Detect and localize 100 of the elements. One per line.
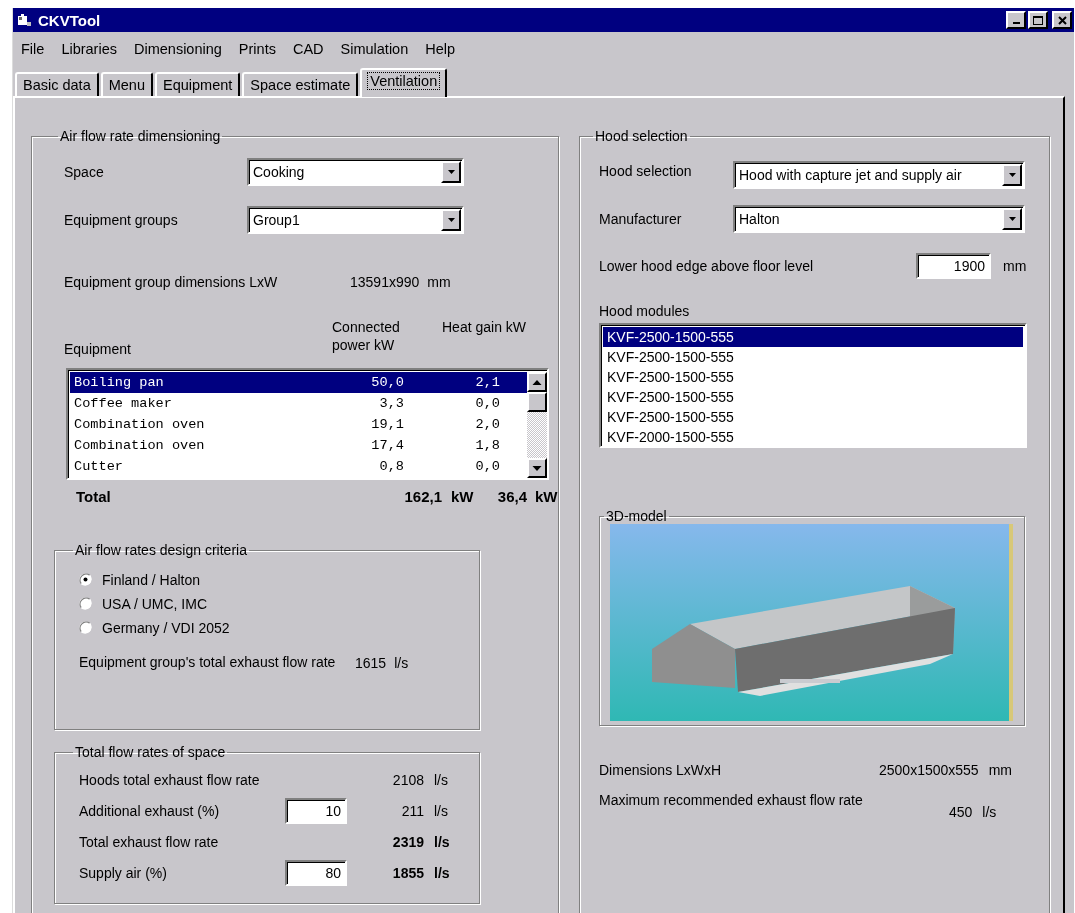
value-text: 13591x990 [350, 274, 420, 290]
column-header: Heat gain kW [442, 318, 527, 336]
scroll-thumb[interactable] [527, 392, 547, 412]
table-cell-text: Cutter [73, 459, 124, 474]
group-title: Total flow rates of space [74, 744, 227, 760]
unit-text: mm [427, 274, 451, 290]
menu-item[interactable]: Dimensioning [126, 40, 231, 57]
caret-icon [446, 217, 456, 223]
unit-text: l/s [394, 654, 409, 671]
value-text: 211 [400, 802, 424, 819]
menu-item[interactable]: File [13, 40, 54, 57]
unit-text: l/s [434, 864, 450, 881]
close-icon [1057, 15, 1067, 25]
list-item[interactable]: KVF-2000-1500-555 [603, 427, 1023, 447]
menu-item[interactable]: Help [417, 40, 465, 57]
dropdown[interactable]: Hood with capture jet and supply air [733, 161, 1025, 189]
tab[interactable]: Ventilation [360, 68, 448, 97]
group-title: Hood selection [594, 128, 689, 144]
value-text: 2319 [391, 833, 424, 850]
table-cell-text: 0,8 [378, 459, 404, 474]
scrollbar[interactable] [527, 372, 547, 478]
list-item[interactable]: KVF-2500-1500-555 [603, 327, 1023, 347]
total-value: 162,1 [403, 488, 442, 505]
table-cell-text: Coffee maker [73, 396, 173, 411]
unit-text: kW [451, 488, 475, 505]
tab[interactable]: Space estimate [242, 72, 359, 96]
maximize-button[interactable] [1028, 11, 1048, 29]
value-text: 450 [949, 804, 973, 820]
maximize-icon [1033, 15, 1043, 25]
table-row[interactable]: Combination oven 19,1 2,0 [70, 414, 527, 435]
minimize-button[interactable] [1006, 11, 1026, 29]
table-cell-text: 17,4 [370, 438, 404, 453]
dropdown[interactable]: Halton [733, 205, 1025, 233]
table-cell-text: 19,1 [370, 417, 404, 432]
menu-item[interactable]: Simulation [332, 40, 418, 57]
table-cell-text: 2,1 [474, 375, 500, 390]
field-label: Equipment group's total exhaust flow rate [79, 653, 337, 672]
number-field[interactable]: 80 [285, 859, 347, 886]
table-cell-text: Combination oven [73, 438, 206, 453]
field-label: Hood modules [599, 303, 690, 319]
group-title: Air flow rate dimensioning [59, 128, 222, 144]
dropdown-button[interactable] [1002, 208, 1022, 230]
table-row[interactable]: Combination oven 17,4 1,8 [70, 435, 527, 456]
table-cell-text: Combination oven [73, 417, 206, 432]
table-row[interactable]: Coffee maker 3,3 0,0 [70, 393, 527, 414]
field-label: Manufacturer [599, 211, 683, 227]
field-label: Lower hood edge above floor level [599, 258, 815, 274]
unit-text: l/s [434, 802, 448, 819]
radio-button[interactable] [79, 621, 92, 634]
unit-text: l/s [434, 833, 450, 850]
radio-button[interactable] [79, 597, 92, 610]
value-text: 2500x1500x555 [879, 762, 979, 778]
table-cell-text: 1,8 [474, 438, 500, 453]
column-header: Connected power kW [332, 318, 401, 354]
table-cell-text: 3,3 [378, 396, 404, 411]
caret-icon [1007, 172, 1017, 178]
close-button[interactable] [1052, 11, 1072, 29]
field-label: Equipment groups [64, 212, 179, 228]
dropdown-button[interactable] [1002, 164, 1022, 186]
menu-item[interactable]: Libraries [53, 40, 126, 57]
field-label: Dimensions LxWxH [599, 762, 723, 778]
window-title: CKVTool [38, 11, 102, 29]
radio-label: USA / UMC, IMC [102, 595, 207, 612]
value-text: 2108 [391, 771, 424, 788]
list-item[interactable]: KVF-2500-1500-555 [603, 387, 1023, 407]
dropdown[interactable]: Cooking [247, 158, 464, 186]
up-arrow-icon [532, 379, 542, 385]
total-value: 36,4 [496, 488, 527, 505]
dropdown-button[interactable] [441, 161, 461, 183]
group-title: 3D-model [605, 508, 668, 524]
field-label: Total exhaust flow rate [79, 833, 220, 850]
group-title: Air flow rates design criteria [74, 542, 248, 558]
number-field[interactable]: 1900 [916, 253, 991, 279]
table-cell-text: 2,0 [474, 417, 500, 432]
list-item[interactable]: KVF-2500-1500-555 [603, 367, 1023, 387]
field-label: Hoods total exhaust flow rate [79, 771, 261, 788]
field-label: Space [64, 164, 105, 180]
menu-item[interactable]: Prints [230, 40, 285, 57]
field-label: Hood selection [599, 163, 693, 179]
field-label: Additional exhaust (%) [79, 802, 221, 819]
number-field[interactable]: 10 [285, 797, 347, 824]
tab[interactable]: Basic data [15, 72, 99, 96]
list-item[interactable]: KVF-2500-1500-555 [603, 407, 1023, 427]
scroll-up-button[interactable] [527, 372, 547, 392]
table-cell-text: 0,0 [474, 396, 500, 411]
list-item[interactable]: KVF-2500-1500-555 [603, 347, 1023, 367]
unit-text: kW [535, 488, 558, 505]
tab[interactable]: Equipment [155, 72, 241, 96]
tab[interactable]: Menu [100, 72, 153, 96]
menu-item[interactable]: CAD [284, 40, 333, 57]
table-row[interactable]: Boiling pan 50,0 2,1 [70, 372, 527, 393]
table-row[interactable]: Cutter 0,8 0,0 [70, 456, 527, 477]
caret-icon [1007, 216, 1017, 222]
scroll-down-button[interactable] [527, 458, 547, 478]
dropdown-button[interactable] [441, 209, 461, 231]
dropdown[interactable]: Group1 [247, 206, 464, 234]
radio-button[interactable] [79, 573, 92, 586]
unit-text: l/s [982, 804, 997, 820]
table-cell-text: 0,0 [474, 459, 500, 474]
table-cell-text: 50,0 [370, 375, 404, 390]
